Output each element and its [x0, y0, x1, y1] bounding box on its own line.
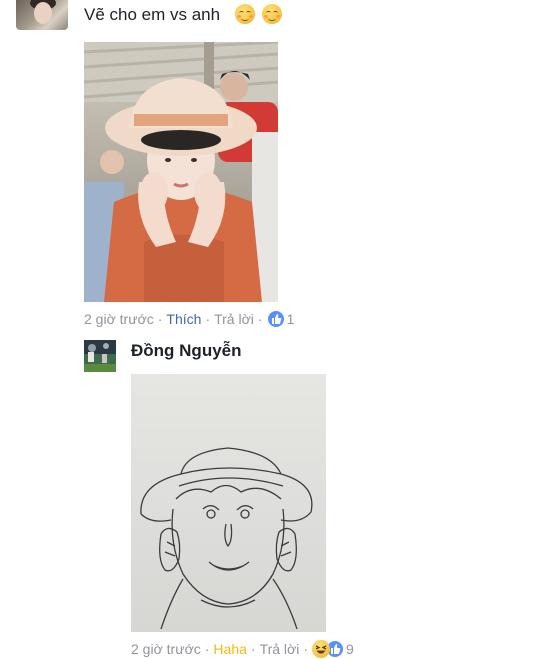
reply-author-avatar[interactable]: [84, 340, 116, 372]
comment-timestamp[interactable]: 2 giờ trước: [84, 311, 154, 327]
reaction-count[interactable]: 9: [346, 641, 354, 657]
separator-dot: ·: [204, 641, 210, 657]
comment-thread: Vẽ cho em vs anh 2 giờ trước · Thích · T…: [0, 0, 540, 659]
like-reaction-icon[interactable]: [266, 310, 285, 328]
separator-dot: ·: [205, 311, 211, 327]
comment-meta: 2 giờ trước · Thích · Trả lời · 1: [84, 310, 294, 328]
reply-meta: 2 giờ trước · Haha · Trả lời · 9: [131, 640, 354, 658]
separator-dot: ·: [257, 311, 263, 327]
separator-dot: ·: [157, 311, 163, 327]
haha-reaction-link[interactable]: Haha: [213, 641, 246, 657]
relieved-face-emoji-icon: [261, 4, 282, 24]
reply-author-name[interactable]: Đồng Nguyễn: [131, 340, 242, 362]
like-link[interactable]: Thích: [166, 311, 201, 327]
relieved-face-emoji-icon: [234, 4, 255, 24]
commenter-avatar[interactable]: [16, 0, 68, 30]
separator-dot: ·: [303, 641, 309, 657]
reply-link[interactable]: Trả lời: [260, 641, 300, 657]
reply-timestamp[interactable]: 2 giờ trước: [131, 641, 201, 657]
separator-dot: ·: [250, 641, 256, 657]
haha-reaction-icon[interactable]: [312, 640, 331, 658]
reply-sketch-image[interactable]: [131, 374, 326, 632]
reply-link[interactable]: Trả lời: [214, 311, 254, 327]
comment-photo[interactable]: [84, 42, 278, 302]
comment-text: Vẽ cho em vs anh: [84, 5, 221, 24]
reaction-count[interactable]: 1: [287, 311, 295, 327]
comment-body: Vẽ cho em vs anh: [84, 4, 282, 26]
